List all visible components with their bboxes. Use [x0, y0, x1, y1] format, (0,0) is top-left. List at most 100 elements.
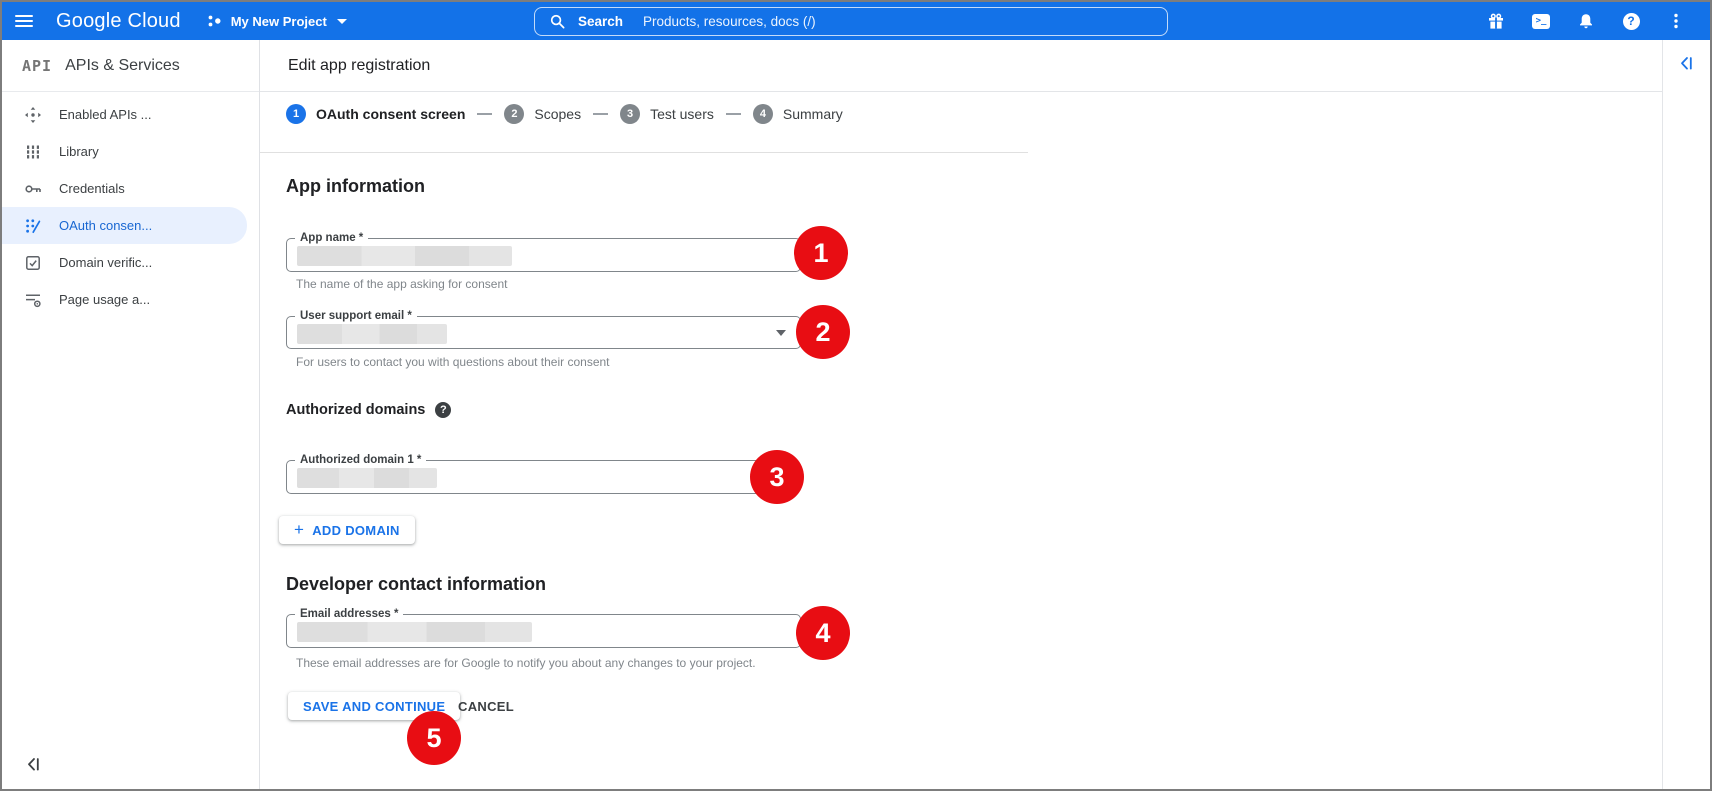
enabled-apis-icon [24, 106, 42, 124]
app-name-helper: The name of the app asking for consent [296, 277, 507, 291]
project-icon [207, 13, 223, 29]
cancel-button[interactable]: CANCEL [458, 699, 514, 714]
step-label: Scopes [534, 106, 581, 122]
step-label: OAuth consent screen [316, 106, 465, 122]
project-name: My New Project [231, 14, 327, 29]
hamburger-bars [15, 12, 33, 30]
sidebar-title: APIs & Services [65, 57, 180, 75]
main-panel: Edit app registration 1 OAuth consent sc… [260, 40, 1662, 789]
user-support-email-helper: For users to contact you with questions … [296, 355, 610, 369]
step-summary[interactable]: 4 Summary [753, 104, 843, 124]
help-glyph: ? [1627, 15, 1634, 27]
cloud-shell-box: >_ [1532, 14, 1550, 29]
page-title-bar: Edit app registration [260, 40, 1662, 92]
oauth-consent-form: 1 OAuth consent screen 2 Scopes 3 Test u… [260, 92, 1662, 789]
save-and-continue-label: SAVE AND CONTINUE [303, 699, 445, 714]
sidebar-item-domain-verification[interactable]: Domain verific... [2, 244, 259, 281]
top-app-bar: Google Cloud My New Project Search Produ… [2, 2, 1710, 40]
key-icon [24, 180, 42, 198]
step-number: 4 [753, 104, 773, 124]
dropdown-caret-icon [776, 330, 786, 336]
search-label: Search [578, 14, 623, 29]
project-selector[interactable]: My New Project [207, 13, 347, 29]
sidebar-item-label: Domain verific... [59, 255, 152, 270]
sidebar-item-label: Page usage a... [59, 292, 150, 307]
right-side-rail [1662, 40, 1710, 789]
domain-verification-icon [24, 254, 42, 272]
authorized-domains-help-icon[interactable]: ? [435, 402, 451, 418]
redacted-app-name-value [297, 246, 512, 266]
oauth-consent-icon [24, 217, 42, 235]
user-support-email-select[interactable]: User support email * [286, 316, 801, 349]
collapse-panel-icon[interactable] [1677, 54, 1695, 72]
content-row: API APIs & Services Enabled APIs ... [2, 40, 1710, 789]
developer-contact-heading: Developer contact information [286, 574, 546, 595]
sidebar-item-label: Credentials [59, 181, 125, 196]
page-usage-icon [24, 291, 42, 309]
authorized-domains-heading: Authorized domains ? [286, 402, 451, 418]
app-name-field[interactable]: App name * [286, 238, 801, 272]
cloud-shell-icon[interactable]: >_ [1531, 11, 1551, 31]
user-support-email-label: User support email * [295, 309, 417, 323]
step-label: Test users [650, 106, 714, 122]
step-number: 1 [286, 104, 306, 124]
chevron-down-icon [337, 19, 347, 24]
search-placeholder: Products, resources, docs (/) [643, 14, 816, 29]
search-input[interactable]: Search Products, resources, docs (/) [534, 7, 1168, 36]
sidebar-nav: Enabled APIs ... Library [2, 92, 259, 318]
help-glyph: ? [440, 404, 447, 416]
developer-email-field[interactable]: Email addresses * [286, 614, 801, 648]
help-circle: ? [1623, 13, 1640, 30]
developer-email-label: Email addresses * [295, 607, 403, 621]
step-number: 3 [620, 104, 640, 124]
redacted-support-email-value [297, 324, 447, 344]
authorized-domain-1-field[interactable]: Authorized domain 1 * [286, 460, 792, 494]
google-cloud-console: Google Cloud My New Project Search Produ… [0, 0, 1712, 791]
authorized-domain-1-label: Authorized domain 1 * [295, 453, 426, 467]
add-domain-label: ADD DOMAIN [312, 523, 400, 538]
redacted-developer-email-value [297, 622, 532, 642]
annotation-badge-2: 2 [796, 305, 850, 359]
cloud-shell-glyph: >_ [1536, 17, 1547, 26]
wizard-stepper: 1 OAuth consent screen 2 Scopes 3 Test u… [286, 101, 843, 127]
step-test-users[interactable]: 3 Test users [620, 104, 714, 124]
step-scopes[interactable]: 2 Scopes [504, 104, 581, 124]
sidebar-item-label: Enabled APIs ... [59, 107, 152, 122]
gift-icon[interactable] [1486, 11, 1506, 31]
page-title: Edit app registration [288, 57, 430, 75]
add-domain-button[interactable]: + ADD DOMAIN [279, 516, 415, 544]
annotation-badge-5: 5 [407, 711, 461, 765]
step-oauth-consent-screen[interactable]: 1 OAuth consent screen [286, 104, 465, 124]
redacted-domain-value [297, 468, 437, 488]
stepper-divider [260, 152, 1028, 153]
annotation-badge-4: 4 [796, 606, 850, 660]
step-number: 2 [504, 104, 524, 124]
app-information-heading: App information [286, 176, 425, 197]
sidebar-item-label: Library [59, 144, 99, 159]
sidebar-item-credentials[interactable]: Credentials [2, 170, 259, 207]
more-vert-icon[interactable] [1666, 11, 1686, 31]
annotation-badge-3: 3 [750, 450, 804, 504]
step-connector [726, 113, 741, 115]
step-label: Summary [783, 106, 843, 122]
topbar-actions: >_ ? [1486, 11, 1710, 31]
sidebar-header: API APIs & Services [2, 40, 259, 92]
library-icon [24, 143, 42, 161]
sidebar-item-enabled-apis[interactable]: Enabled APIs ... [2, 96, 259, 133]
api-logo-icon: API [22, 57, 52, 75]
google-cloud-logo: Google Cloud [56, 10, 181, 33]
sidebar-item-library[interactable]: Library [2, 133, 259, 170]
menu-icon[interactable] [2, 2, 46, 40]
step-connector [593, 113, 608, 115]
app-name-label: App name * [295, 231, 368, 245]
sidebar: API APIs & Services Enabled APIs ... [2, 40, 260, 789]
developer-email-helper: These email addresses are for Google to … [296, 656, 756, 670]
notifications-bell-icon[interactable] [1576, 11, 1596, 31]
sidebar-item-page-usage-agreements[interactable]: Page usage a... [2, 281, 259, 318]
sidebar-item-oauth-consent[interactable]: OAuth consen... [2, 207, 247, 244]
collapse-sidebar-icon[interactable] [24, 755, 42, 773]
search-icon [549, 13, 566, 30]
step-connector [477, 113, 492, 115]
help-icon[interactable]: ? [1621, 11, 1641, 31]
plus-icon: + [294, 521, 304, 538]
